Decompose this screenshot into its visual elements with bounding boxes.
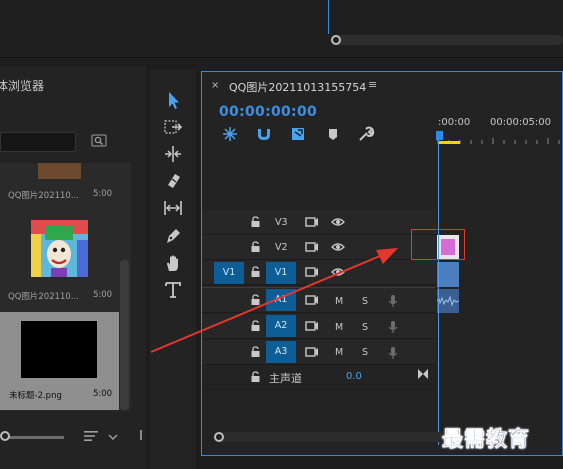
ruler-time-label: 00:00:05:00: [490, 117, 552, 128]
clip-a1-audio[interactable]: [436, 289, 460, 313]
media-scrollbar[interactable]: [120, 260, 129, 410]
solo-button-a1[interactable]: S: [362, 296, 368, 307]
snap-icon[interactable]: [255, 125, 273, 143]
lock-icon[interactable]: [250, 266, 261, 278]
master-expand-icon[interactable]: [417, 368, 429, 380]
track-header-a3[interactable]: [202, 340, 436, 365]
watermark-logo: 最需教育: [442, 427, 530, 452]
playhead-handle[interactable]: [436, 131, 443, 140]
clip-v1[interactable]: [437, 262, 459, 287]
type-tool-icon[interactable]: [163, 280, 183, 300]
slip-tool-icon[interactable]: [163, 198, 183, 218]
thumbnail-zoom-handle[interactable]: [0, 431, 10, 441]
lock-icon[interactable]: [250, 241, 261, 253]
track-header-v3[interactable]: [202, 210, 436, 235]
add-marker-icon[interactable]: [325, 126, 341, 142]
settings-wrench-icon[interactable]: [357, 125, 375, 143]
master-volume-value[interactable]: 0.0: [346, 371, 362, 382]
eye-icon[interactable]: [331, 217, 345, 227]
panel-menu-icon[interactable]: ≡: [368, 78, 377, 91]
sync-lock-icon[interactable]: [305, 294, 319, 306]
microphone-icon[interactable]: [388, 346, 398, 360]
panel-divider: [140, 430, 142, 440]
audio-waveform: [436, 295, 460, 307]
nest-toggle-icon[interactable]: [221, 125, 239, 143]
eye-icon[interactable]: [331, 267, 345, 277]
timeline-timecode[interactable]: 00:00:00:00: [219, 104, 317, 120]
monitor-zoom-scrollbar[interactable]: [330, 35, 563, 45]
sync-lock-icon[interactable]: [305, 241, 319, 253]
playhead-line[interactable]: [438, 139, 439, 445]
work-area-bar[interactable]: [438, 141, 460, 144]
media-item-name: 未标题-2.png: [9, 391, 62, 401]
mute-button-a3[interactable]: M: [335, 347, 343, 358]
lock-icon[interactable]: [250, 346, 261, 358]
pen-tool-icon[interactable]: [163, 226, 183, 246]
thumbnail-zoom-slider[interactable]: [4, 436, 64, 439]
mute-button-a1[interactable]: M: [335, 296, 343, 307]
timeline-zoom-scrollbar[interactable]: [214, 432, 444, 442]
eye-icon[interactable]: [331, 242, 345, 252]
media-item-duration: 5:00: [93, 389, 113, 399]
media-item-duration: 5:00: [93, 189, 113, 199]
monitor-zoom-handle[interactable]: [331, 35, 341, 45]
lock-icon[interactable]: [250, 371, 261, 383]
track-label-v2: V2: [275, 242, 288, 253]
track-label-v3: V3: [275, 217, 288, 228]
track-select-forward-tool-icon[interactable]: [163, 117, 183, 137]
track-target-a2[interactable]: A2: [266, 315, 296, 337]
sync-lock-icon[interactable]: [305, 266, 319, 278]
selection-tool-icon[interactable]: [163, 90, 183, 110]
sequence-tab-title[interactable]: QQ图片20211013155754: [229, 79, 366, 95]
media-search-input[interactable]: [0, 132, 76, 152]
program-monitor-strip: [0, 0, 563, 58]
track-target-a3[interactable]: A3: [266, 341, 296, 363]
source-patch-v1[interactable]: V1: [214, 262, 244, 284]
media-item-duration: 5:00: [93, 290, 113, 300]
ripple-edit-tool-icon[interactable]: [163, 144, 183, 164]
track-header-master[interactable]: [202, 365, 436, 390]
sort-list-icon[interactable]: [84, 430, 98, 442]
media-item-name: QQ图片202110...: [8, 292, 79, 302]
sync-lock-icon[interactable]: [305, 320, 319, 332]
annotation-highlight-box: [411, 229, 465, 260]
track-header-v2[interactable]: [202, 235, 436, 260]
chevron-down-icon[interactable]: [108, 432, 118, 442]
media-browser-title[interactable]: 媒体浏览器: [0, 77, 44, 94]
razor-tool-icon[interactable]: [163, 171, 183, 191]
sync-lock-icon[interactable]: [305, 346, 319, 358]
microphone-icon[interactable]: [388, 320, 398, 334]
joker-image: [31, 220, 88, 277]
sync-lock-icon[interactable]: [305, 216, 319, 228]
microphone-icon[interactable]: [388, 294, 398, 308]
track-target-v1[interactable]: V1: [266, 262, 296, 284]
solo-button-a2[interactable]: S: [362, 322, 368, 333]
ruler-time-label: :00:00: [438, 117, 471, 128]
track-header-a2[interactable]: [202, 314, 436, 339]
media-thumbnail[interactable]: [21, 321, 97, 378]
media-thumbnail[interactable]: [38, 163, 81, 179]
solo-button-a3[interactable]: S: [362, 347, 368, 358]
lock-icon[interactable]: [250, 216, 261, 228]
close-icon[interactable]: ×: [211, 80, 219, 91]
mute-button-a2[interactable]: M: [335, 322, 343, 333]
video-audio-divider: [202, 287, 436, 288]
lock-icon[interactable]: [250, 320, 261, 332]
monitor-playhead-line[interactable]: [328, 0, 329, 34]
timeline-zoom-handle[interactable]: [214, 432, 224, 442]
lock-icon[interactable]: [250, 294, 261, 306]
media-item-name: QQ图片202110...: [8, 191, 79, 201]
master-track-label: 主声道: [269, 372, 302, 385]
search-icon[interactable]: [91, 133, 107, 149]
track-target-a1[interactable]: A1: [266, 289, 296, 311]
media-thumbnail[interactable]: [31, 220, 88, 277]
linked-selection-icon[interactable]: [289, 125, 307, 143]
hand-tool-icon[interactable]: [163, 253, 183, 273]
track-header-a1[interactable]: [202, 288, 436, 313]
